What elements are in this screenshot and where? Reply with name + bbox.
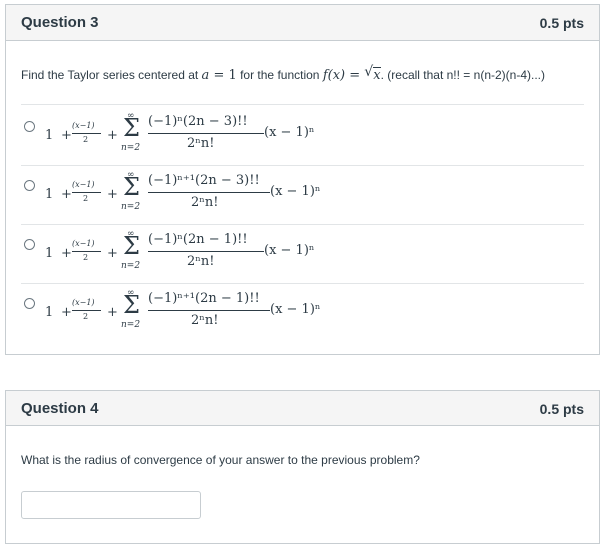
answer-option-2[interactable]: 1 + (x−1) 2 + ∞ Σ n=2 (−1)ⁿ⁺¹(2n − 3)!! … [21,170,581,225]
prompt-divider [21,104,584,105]
prompt-text-before: Find the Taylor series centered at [21,68,202,82]
linear-term-numerator: (x−1) [72,239,95,248]
function-lhs: f(x) = [322,68,365,83]
term-one: 1 [45,187,54,202]
linear-term-denominator: 2 [83,135,89,144]
power-factor: (x − 1)ⁿ [270,302,321,317]
coefficient-numerator: (−1)ⁿ⁺¹(2n − 3)!! [148,173,260,188]
series-formula: 1 + (x−1) 2 + ∞ Σ n=2 (−1)ⁿ⁺¹(2n − 3)!! … [45,170,345,225]
question-3-points: 0.5 pts [539,15,584,31]
coefficient-denominator: 2ⁿn! [187,254,215,269]
series-formula: 1 + (x−1) 2 + ∞ Σ n=2 (−1)ⁿ⁺¹(2n − 1)!! … [45,288,345,343]
answer-option-1[interactable]: 1 + (x−1) 2 + ∞ Σ n=2 (−1)ⁿ(2n − 3)!! 2ⁿ… [21,111,581,166]
plus-sign: + [61,128,72,143]
answer-divider [21,224,584,225]
question-4-title: Question 4 [21,400,99,417]
summation-icon: Σ [123,173,140,201]
question-4-card: Question 4 0.5 pts What is the radius of… [5,390,600,544]
summation-icon: Σ [123,114,140,142]
question-3-card: Question 3 0.5 pts Find the Taylor serie… [5,4,600,355]
coefficient-numerator: (−1)ⁿ(2n − 1)!! [148,232,248,247]
linear-term-numerator: (x−1) [72,121,95,130]
plus-sign: + [107,305,118,320]
radical-icon: √ [364,64,374,80]
linear-term-denominator: 2 [83,312,89,321]
radio-button-4[interactable] [24,298,35,309]
power-factor: (x − 1)ⁿ [270,184,321,199]
plus-sign: + [61,305,72,320]
radio-button-1[interactable] [24,121,35,132]
coefficient-denominator: 2ⁿn! [187,136,215,151]
radio-button-3[interactable] [24,239,35,250]
fraction-bar [148,310,270,311]
term-one: 1 [45,305,54,320]
question-4-prompt: What is the radius of convergence of you… [21,453,420,467]
answer-option-4[interactable]: 1 + (x−1) 2 + ∞ Σ n=2 (−1)ⁿ⁺¹(2n − 1)!! … [21,288,581,343]
linear-term-numerator: (x−1) [72,180,95,189]
question-3-prompt: Find the Taylor series centered at a = 1… [21,64,545,83]
plus-sign: + [107,246,118,261]
fraction-bar [72,251,101,252]
summation-icon: Σ [123,232,140,260]
linear-term-numerator: (x−1) [72,298,95,307]
term-one: 1 [45,128,54,143]
linear-term-denominator: 2 [83,194,89,203]
answer-option-3[interactable]: 1 + (x−1) 2 + ∞ Σ n=2 (−1)ⁿ(2n − 1)!! 2ⁿ… [21,229,581,284]
series-formula: 1 + (x−1) 2 + ∞ Σ n=2 (−1)ⁿ(2n − 1)!! 2ⁿ… [45,229,345,284]
sqrt-argument: x [373,67,381,83]
question-4-points: 0.5 pts [539,401,584,417]
coefficient-numerator: (−1)ⁿ(2n − 3)!! [148,114,248,129]
question-3-header: Question 3 0.5 pts [6,5,599,41]
answer-input[interactable] [21,491,201,519]
plus-sign: + [61,187,72,202]
fraction-bar [148,133,264,134]
coefficient-denominator: 2ⁿn! [191,313,219,328]
linear-term-denominator: 2 [83,253,89,262]
answer-divider [21,283,584,284]
term-one: 1 [45,246,54,261]
radio-button-2[interactable] [24,180,35,191]
fraction-bar [72,192,101,193]
sqrt-expression: √ x [364,64,381,83]
fraction-bar [72,310,101,311]
question-4-header: Question 4 0.5 pts [6,391,599,426]
prompt-text-after: . (recall that n!! = n(n-2)(n-4)...) [380,68,545,82]
plus-sign: + [107,187,118,202]
question-3-title: Question 3 [21,14,99,31]
sum-lower-limit: n=2 [121,202,141,212]
sum-lower-limit: n=2 [121,143,141,153]
power-factor: (x − 1)ⁿ [264,243,315,258]
summation-icon: Σ [123,291,140,319]
sum-lower-limit: n=2 [121,320,141,330]
series-formula: 1 + (x−1) 2 + ∞ Σ n=2 (−1)ⁿ(2n − 3)!! 2ⁿ… [45,111,345,166]
coefficient-denominator: 2ⁿn! [191,195,219,210]
center-equals: = 1 [209,68,237,83]
fraction-bar [148,192,270,193]
answer-divider [21,165,584,166]
fraction-bar [148,251,264,252]
power-factor: (x − 1)ⁿ [264,125,315,140]
plus-sign: + [107,128,118,143]
prompt-text-mid: for the function [236,68,323,82]
coefficient-numerator: (−1)ⁿ⁺¹(2n − 1)!! [148,291,260,306]
sum-lower-limit: n=2 [121,261,141,271]
fraction-bar [72,133,101,134]
plus-sign: + [61,246,72,261]
